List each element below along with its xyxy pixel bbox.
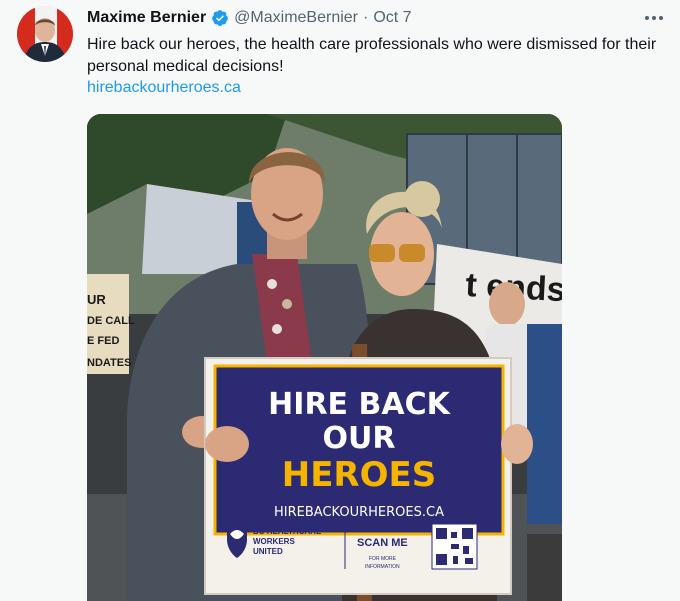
tweet-header: Maxime Bernier @MaximeBernier · Oct 7 (87, 6, 412, 30)
left-sign-line-3: E FED (87, 335, 119, 347)
left-sign-line-4: NDATES (87, 357, 131, 369)
more-horizontal-icon[interactable] (642, 10, 666, 26)
tweet-photo[interactable]: t ends UR DE CALL E FED NDATES HIRE BACK… (87, 114, 562, 601)
sign-url: HIREBACKOURHEROES.CA (274, 505, 444, 520)
avatar[interactable] (17, 6, 73, 62)
sign-scan-sub-1: FOR MORE (369, 556, 397, 562)
tweet-link[interactable]: hirebackourheroes.ca (87, 79, 241, 97)
author-name[interactable]: Maxime Bernier (87, 9, 206, 27)
left-sign-line-2: DE CALL (87, 315, 135, 327)
separator-dot: · (363, 9, 369, 26)
qr-code-icon (431, 523, 478, 570)
verified-badge-icon (211, 9, 229, 27)
author-handle[interactable]: @MaximeBernier (234, 9, 358, 27)
sign-scan-sub-2: INFORMATION (365, 564, 400, 570)
sign-org-line-1: BC HEALTHCARE (253, 527, 322, 536)
left-sign-line-1: UR (87, 292, 106, 307)
sign-line-3: HEROES (282, 455, 436, 495)
tweet-text: Hire back our heroes, the health care pr… (87, 36, 657, 75)
tweet-card[interactable]: Maxime Bernier @MaximeBernier · Oct 7 Hi… (0, 0, 680, 601)
sign-scan: SCAN ME (357, 537, 408, 549)
sign-org-line-3: UNITED (253, 547, 283, 556)
sign-org-line-2: WORKERS (253, 537, 295, 546)
tweet-date[interactable]: Oct 7 (373, 9, 411, 27)
sign-line-1: HIRE BACK (268, 387, 451, 422)
sign-line-2: OUR (323, 421, 396, 456)
